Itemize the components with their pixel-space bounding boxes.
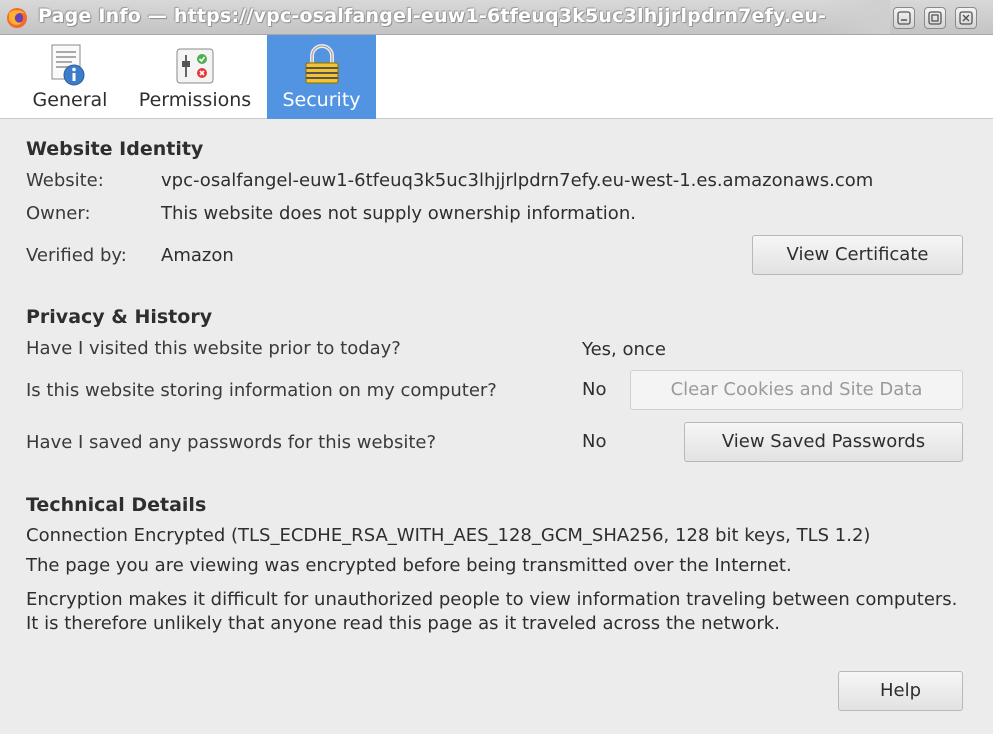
visited-answer: Yes, once [582, 339, 666, 360]
close-icon [959, 11, 973, 25]
owner-label: Owner: [26, 203, 91, 224]
website-value: vpc-osalfangel-euw1-6tfeuq3k5uc3lhjjrlpd… [161, 170, 874, 191]
tab-security[interactable]: Security [267, 35, 376, 119]
connection-encrypted-text: Connection Encrypted (TLS_ECDHE_RSA_WITH… [26, 525, 871, 546]
permissions-toggle-icon [176, 48, 214, 84]
technical-details-heading: Technical Details [26, 494, 207, 516]
tab-general[interactable]: General [22, 35, 118, 119]
encryption-explanation-text: Encryption makes it difficult for unauth… [26, 589, 958, 634]
maximize-icon [928, 11, 942, 25]
title-fade [820, 0, 890, 34]
storing-answer: No [582, 379, 607, 400]
view-certificate-button[interactable]: View Certificate [752, 235, 963, 275]
close-button[interactable] [955, 7, 977, 29]
page-info-toolbar: General Permissions Security [0, 35, 993, 119]
passwords-answer: No [582, 431, 607, 452]
encryption-summary-text: The page you are viewing was encrypted b… [26, 555, 792, 576]
minimize-button[interactable] [893, 7, 915, 29]
clear-cookies-button[interactable]: Clear Cookies and Site Data [630, 370, 963, 410]
maximize-button[interactable] [924, 7, 946, 29]
privacy-history-heading: Privacy & History [26, 306, 213, 328]
tab-general-label: General [32, 89, 108, 111]
tab-security-label: Security [282, 89, 361, 111]
view-saved-passwords-button[interactable]: View Saved Passwords [684, 422, 963, 462]
padlock-icon [305, 44, 339, 84]
minimize-icon [897, 11, 911, 25]
security-panel: Website Identity Website: vpc-osalfangel… [0, 120, 993, 734]
firefox-icon [7, 8, 27, 28]
verified-by-label: Verified by: [26, 245, 127, 266]
tab-permissions[interactable]: Permissions [130, 35, 260, 119]
tab-permissions-label: Permissions [138, 89, 252, 111]
storing-question: Is this website storing information on m… [26, 380, 497, 401]
window-titlebar[interactable]: Page Info — https://vpc-osalfangel-euw1-… [0, 0, 993, 35]
passwords-question: Have I saved any passwords for this webs… [26, 432, 437, 453]
verified-by-value: Amazon [161, 245, 234, 266]
info-page-icon [51, 44, 85, 86]
website-identity-heading: Website Identity [26, 138, 204, 160]
visited-question: Have I visited this website prior to tod… [26, 338, 401, 359]
owner-value: This website does not supply ownership i… [161, 203, 636, 224]
help-button[interactable]: Help [838, 671, 963, 711]
window-title: Page Info — https://vpc-osalfangel-euw1-… [38, 5, 827, 27]
website-label: Website: [26, 170, 104, 191]
